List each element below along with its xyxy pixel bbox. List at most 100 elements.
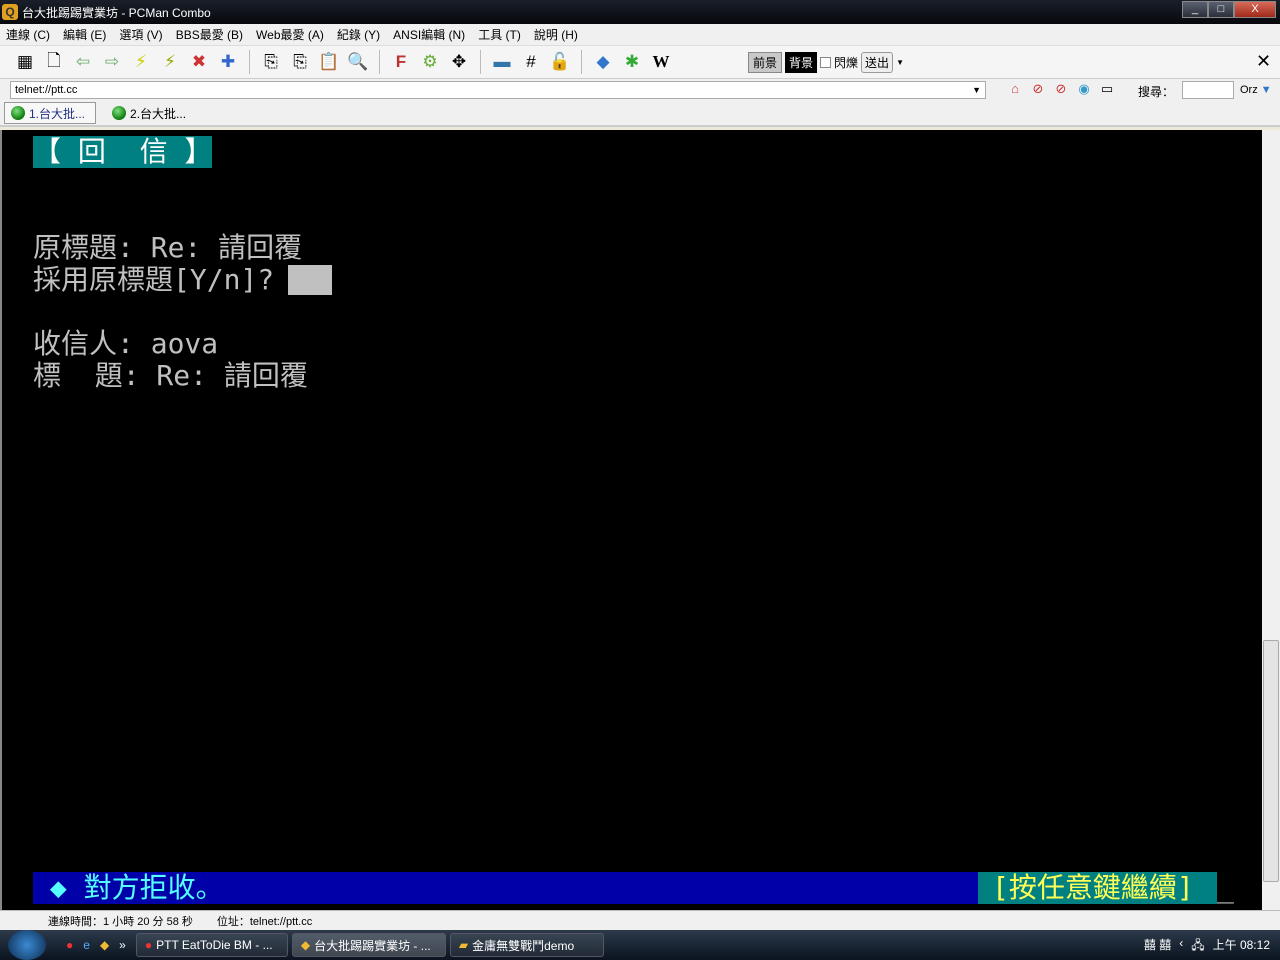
settings-gear-icon[interactable]: ⚙	[419, 51, 441, 73]
chevron-down-icon[interactable]: ▼	[1261, 84, 1272, 96]
taskbar-item-folder[interactable]: ▰ 金庸無雙戰鬥demo	[449, 933, 604, 957]
original-title-line: 原標題: Re: 請回覆	[33, 231, 303, 264]
window-title: 台大批踢踢實業坊 - PCMan Combo	[22, 5, 211, 20]
search-engine-select[interactable]: Orz ▼	[1240, 84, 1272, 96]
copy-ansi-icon[interactable]: ⎘	[289, 51, 311, 73]
menu-web-favorites[interactable]: Web最愛 (A)	[256, 26, 324, 43]
maximize-button[interactable]: □	[1208, 1, 1234, 18]
wikipedia-icon[interactable]: W	[650, 51, 672, 73]
blink-checkbox[interactable]	[820, 56, 832, 68]
block-popup-icon[interactable]: ⊘	[1029, 81, 1047, 99]
tab-label: 2.台大批...	[130, 106, 187, 121]
status-address: 位址：telnet://ptt.cc	[216, 915, 313, 928]
background-button[interactable]: 背景	[785, 51, 818, 73]
pcman-icon[interactable]: ◆	[592, 51, 614, 73]
chrome-icon: ●	[144, 938, 153, 952]
block-window-icon[interactable]: ⊘	[1052, 81, 1070, 99]
close-button[interactable]: X	[1234, 1, 1276, 18]
color-toolbar: 前景 背景 閃爍 送出 ▼	[748, 47, 1280, 77]
connection-time: 連線時間：1 小時 20 分 58 秒	[48, 915, 193, 928]
minimize-button[interactable]: _	[1182, 1, 1208, 18]
address-dropdown-icon[interactable]: ▼	[972, 82, 981, 98]
ime-indicator[interactable]: 囍 囍	[1144, 936, 1171, 957]
blink-label: 閃爍	[834, 55, 859, 70]
globe-icon[interactable]: ◉	[1075, 81, 1093, 99]
resize-icon[interactable]: ✥	[448, 51, 470, 73]
copy-icon[interactable]: ⎘	[260, 51, 282, 73]
toolbar-separator	[480, 50, 481, 74]
menu-bar: 連線 (C) 編輯 (E) 選項 (V) BBS最愛 (B) Web最愛 (A)…	[0, 24, 1280, 45]
scrollbar-thumb[interactable]	[1263, 640, 1279, 882]
terminal-screen[interactable]: 【 回 信 】 原標題: Re: 請回覆 採用原標題[Y/n]? 收信人: ao…	[0, 130, 1262, 910]
window-controls: _ □ X	[1182, 1, 1276, 18]
status-message: ◆ 對方拒收。	[33, 871, 224, 904]
tray-expand-icon[interactable]: ‹	[1179, 936, 1183, 957]
tab-bar: 1.台大批... 2.台大批...	[0, 101, 1280, 127]
reply-header: 【 回 信 】	[33, 135, 213, 168]
search-input[interactable]	[1182, 81, 1234, 99]
forward-icon[interactable]: ⇨	[101, 51, 123, 73]
pcman-icon: ◆	[300, 938, 311, 952]
status-message-bar: ◆ 對方拒收。	[33, 872, 978, 904]
taskbar-item-chrome[interactable]: ● PTT EatToDie BM - ...	[135, 933, 288, 957]
taskbar: ● e ◆ » ● PTT EatToDie BM - ... ◆ 台大批踢踢實業坊…	[0, 930, 1280, 960]
fullscreen-icon[interactable]: ▬	[491, 51, 513, 73]
recipient-line: 收信人: aova	[33, 327, 219, 360]
pcman-app-icon: Q	[2, 4, 18, 20]
folder-icon: ▰	[458, 938, 469, 952]
lock-icon[interactable]: 🔓	[549, 51, 571, 73]
pcman-quicklaunch-icon[interactable]: ◆	[100, 938, 109, 952]
icq-icon[interactable]: ✱	[621, 51, 643, 73]
new-connection-icon[interactable]: 🗋	[43, 51, 65, 73]
press-any-key-bar: [按任意鍵繼續]	[978, 872, 1217, 904]
search-label: 搜尋：	[1138, 85, 1175, 99]
toolbar-separator	[581, 50, 582, 74]
disconnect-icon[interactable]: ⚡	[130, 51, 152, 73]
use-original-title-prompt: 採用原標題[Y/n]?	[33, 263, 292, 296]
menu-log[interactable]: 紀錄 (Y)	[337, 26, 380, 43]
site-list-icon[interactable]: ▦	[14, 51, 36, 73]
connected-icon	[112, 106, 127, 120]
menu-bbs-favorites[interactable]: BBS最愛 (B)	[176, 26, 243, 43]
cursor: _	[1217, 871, 1234, 904]
status-bar: 連線時間：1 小時 20 分 58 秒 位址：telnet://ptt.cc	[0, 910, 1280, 930]
address-input[interactable]: telnet://ptt.cc ▼	[10, 81, 986, 99]
network-icon[interactable]: 🖧	[1191, 936, 1204, 957]
send-dropdown-icon[interactable]: ▼	[896, 58, 904, 67]
search-text-icon[interactable]: 🔍	[347, 51, 369, 73]
menu-options[interactable]: 選項 (V)	[119, 26, 162, 43]
menu-help[interactable]: 說明 (H)	[534, 26, 578, 43]
title-bar: Q 台大批踢踢實業坊 - PCMan Combo	[0, 0, 1280, 24]
taskbar-item-pcman[interactable]: ◆ 台大批踢踢實業坊 - ...	[291, 933, 446, 957]
reconnect-icon[interactable]: ⚡	[159, 51, 181, 73]
close-toolbar-icon[interactable]: ✕	[1256, 51, 1271, 72]
paste-icon[interactable]: 📋	[318, 51, 340, 73]
menu-ansi-edit[interactable]: ANSI編輯 (N)	[393, 26, 465, 43]
menu-connection[interactable]: 連線 (C)	[6, 26, 50, 43]
menu-edit[interactable]: 編輯 (E)	[63, 26, 106, 43]
foreground-button[interactable]: 前景	[748, 51, 783, 73]
more-icon[interactable]: »	[119, 938, 126, 952]
nav-icons: ⌂ ⊘ ⊘ ◉ ▭	[1006, 81, 1116, 99]
connected-icon	[11, 106, 25, 120]
tab-2[interactable]: 2.台大批...	[106, 102, 196, 124]
tab-1[interactable]: 1.台大批...	[4, 102, 97, 124]
subject-line: 標 題: Re: 請回覆	[33, 359, 308, 392]
menu-tools[interactable]: 工具 (T)	[478, 26, 521, 43]
home-icon[interactable]: ⌂	[1006, 81, 1024, 99]
symbol-table-icon[interactable]: #	[520, 51, 542, 73]
close-connection-icon[interactable]: ✖	[188, 51, 210, 73]
tab-label: 1.台大批...	[29, 106, 86, 121]
ie-quicklaunch-icon[interactable]: e	[83, 938, 90, 952]
toolbar-separator	[379, 50, 380, 74]
font-icon[interactable]: F	[390, 51, 412, 73]
system-tray: 囍 囍 ‹ 🖧 上午 08:12	[1144, 936, 1270, 957]
console-icon[interactable]: ▭	[1098, 81, 1116, 99]
clock[interactable]: 上午 08:12	[1213, 936, 1270, 957]
start-button[interactable]	[8, 930, 46, 960]
send-button[interactable]: 送出	[861, 51, 894, 73]
add-favorite-icon[interactable]: ✚	[217, 51, 239, 73]
chrome-quicklaunch-icon[interactable]: ●	[66, 938, 73, 952]
prompt-input-cursor[interactable]	[288, 265, 332, 295]
back-icon[interactable]: ⇦	[72, 51, 94, 73]
